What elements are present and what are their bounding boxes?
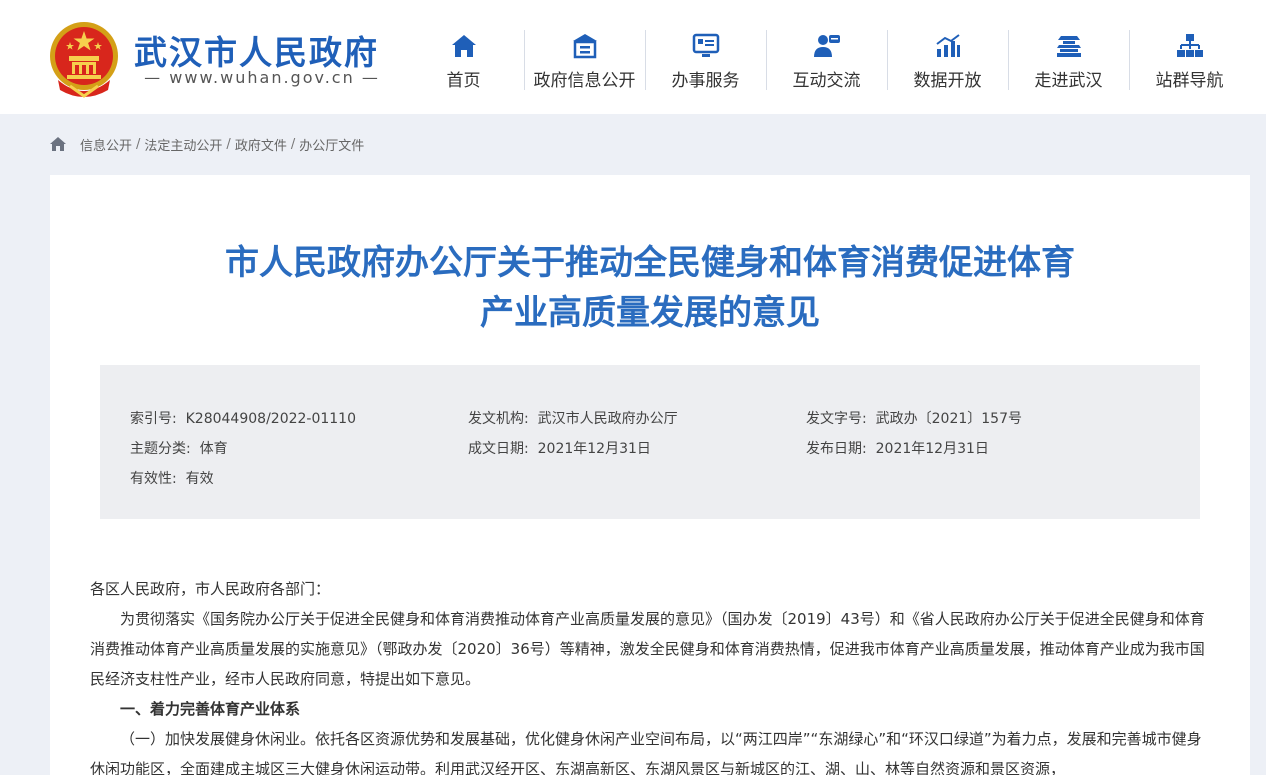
document-panel: 市人民政府办公厅关于推动全民健身和体育消费促进体育 产业高质量发展的意见 索引号…	[50, 175, 1250, 775]
nav-item-service[interactable]: 办事服务	[645, 30, 766, 91]
breadcrumb: 信息公开 / 法定主动公开 / 政府文件 / 办公厅文件	[49, 134, 364, 154]
salutation: 各区人民政府，市人民政府各部门：	[90, 580, 331, 598]
document-title-line2: 产业高质量发展的意见	[480, 293, 820, 333]
landmark-icon	[1056, 36, 1081, 57]
sitemap-icon	[1176, 34, 1203, 57]
document-title: 市人民政府办公厅关于推动全民健身和体育消费促进体育 产业高质量发展的意见	[50, 238, 1250, 338]
breadcrumb-separator: /	[290, 136, 296, 152]
nav-item-sitemap[interactable]: 站群导航	[1129, 30, 1250, 91]
created-date-value: 2021年12月31日	[537, 441, 651, 457]
index-number-label: 索引号:	[130, 411, 177, 427]
section-heading: 一、着力完善体育产业体系	[120, 700, 301, 718]
document-number-value: 武政办〔2021〕157号	[875, 411, 1022, 427]
nav-item-interaction[interactable]: 互动交流	[766, 30, 887, 91]
nav-label: 走进武汉	[1034, 71, 1103, 91]
nav-label: 首页	[446, 71, 481, 91]
published-date-label: 发布日期:	[806, 441, 867, 457]
issuer-value: 武汉市人民政府办公厅	[537, 411, 678, 427]
topic-value: 体育	[199, 441, 228, 457]
national-emblem-icon[interactable]	[48, 20, 120, 98]
site-url-text: www.wuhan.gov.cn	[169, 68, 355, 87]
site-url: — www.wuhan.gov.cn —	[144, 68, 380, 87]
index-number-field: 索引号: K28044908/2022-01110	[130, 408, 356, 428]
topic-field: 主题分类: 体育	[130, 438, 228, 458]
info-disclosure-icon	[572, 34, 597, 59]
service-icon	[692, 33, 719, 57]
nav-item-data-open[interactable]: 数据开放	[887, 30, 1008, 91]
breadcrumb-item-general-office-documents[interactable]: 办公厅文件	[299, 135, 364, 154]
nav-item-home[interactable]: 首页	[403, 30, 524, 91]
published-date-value: 2021年12月31日	[875, 441, 989, 457]
validity-value: 有效	[185, 471, 214, 487]
document-number-label: 发文字号:	[806, 411, 867, 427]
breadcrumb-separator: /	[226, 136, 231, 152]
interaction-icon	[813, 35, 840, 57]
nav-label: 站群导航	[1155, 71, 1224, 91]
issuer-field: 发文机构: 武汉市人民政府办公厅	[468, 408, 678, 428]
body-paragraph: （一）加快发展健身休闲业。依托各区资源优势和发展基础，优化健身休闲产业空间布局，…	[90, 730, 1202, 775]
data-open-icon	[935, 34, 960, 57]
breadcrumb-item-government-documents[interactable]: 政府文件	[235, 135, 287, 154]
site-title[interactable]: 武汉市人民政府	[134, 26, 379, 74]
breadcrumb-item-info-disclosure[interactable]: 信息公开	[80, 135, 132, 154]
topic-label: 主题分类:	[130, 441, 191, 457]
nav-item-landmark[interactable]: 走进武汉	[1008, 30, 1129, 91]
validity-field: 有效性: 有效	[130, 468, 214, 488]
body-paragraph: 为贯彻落实《国务院办公厅关于促进全民健身和体育消费推动体育产业高质量发展的意见》…	[90, 610, 1205, 688]
nav-item-info-disclosure[interactable]: 政府信息公开	[524, 30, 645, 91]
nav-label: 办事服务	[671, 71, 740, 91]
document-number-field: 发文字号: 武政办〔2021〕157号	[806, 408, 1022, 428]
created-date-label: 成文日期:	[468, 441, 529, 457]
breadcrumb-home-icon[interactable]	[49, 136, 67, 152]
index-number-value: K28044908/2022-01110	[185, 411, 356, 427]
main-nav: 首页 政府信息公开 办事服务 互动交流 数据开放 走进武汉 站群导航	[403, 30, 1250, 91]
nav-label: 数据开放	[913, 71, 982, 91]
nav-label: 互动交流	[792, 71, 861, 91]
breadcrumb-item-statutory-disclosure[interactable]: 法定主动公开	[144, 135, 222, 154]
breadcrumb-separator: /	[136, 136, 141, 152]
document-title-line1: 市人民政府办公厅关于推动全民健身和体育消费促进体育	[225, 243, 1075, 283]
document-metadata: 索引号: K28044908/2022-01110 发文机构: 武汉市人民政府办…	[100, 365, 1200, 519]
home-icon	[451, 35, 476, 57]
issuer-label: 发文机构:	[468, 411, 529, 427]
site-header: 武汉市人民政府 — www.wuhan.gov.cn — 首页 政府信息公开 办…	[0, 0, 1266, 114]
published-date-field: 发布日期: 2021年12月31日	[806, 438, 989, 458]
validity-label: 有效性:	[130, 471, 177, 487]
document-body: 各区人民政府，市人民政府各部门： 为贯彻落实《国务院办公厅关于促进全民健身和体育…	[90, 574, 1210, 775]
created-date-field: 成文日期: 2021年12月31日	[468, 438, 651, 458]
nav-label: 政府信息公开	[533, 71, 636, 91]
